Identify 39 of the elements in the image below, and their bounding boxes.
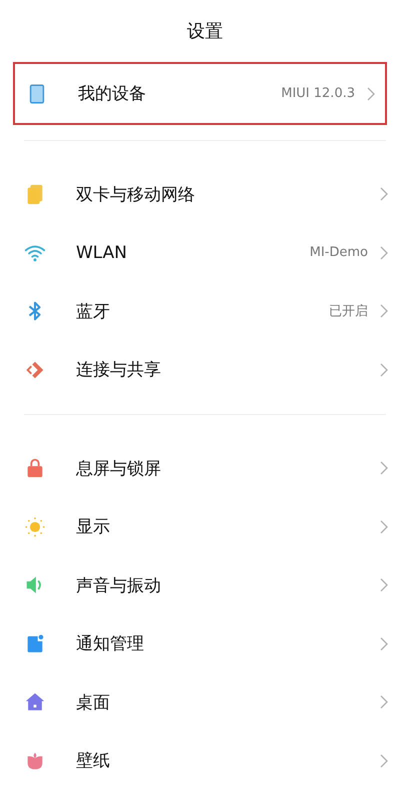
settings-item[interactable]: 声音与振动	[0, 556, 410, 614]
settings-item[interactable]: 显示	[0, 498, 410, 556]
chevron-icon	[380, 304, 388, 318]
item-label: 显示	[76, 516, 111, 538]
chevron-icon	[380, 754, 388, 768]
item-label: WLAN	[76, 242, 128, 263]
settings-item[interactable]: 壁纸	[0, 732, 410, 787]
page-title: 设置	[187, 20, 223, 43]
home-icon	[24, 691, 46, 714]
item-label: 蓝牙	[76, 300, 111, 323]
item-label: 声音与振动	[76, 574, 162, 597]
settings-item[interactable]: 连接与共享	[0, 340, 410, 399]
settings-item[interactable]: 双卡与移动网络	[0, 165, 410, 224]
item-label: 我的设备	[78, 83, 147, 105]
sun-icon	[24, 516, 46, 538]
chevron-icon	[380, 461, 388, 476]
item-label: 连接与共享	[76, 359, 162, 382]
chevron-icon	[380, 246, 388, 260]
chevron-icon	[367, 86, 375, 100]
settings-item[interactable]: 蓝牙 已开启	[0, 282, 410, 340]
item-label: 通知管理	[76, 633, 145, 656]
chevron-icon	[380, 187, 388, 202]
chevron-icon	[380, 636, 388, 651]
settings-item[interactable]: 通知管理	[0, 614, 410, 673]
item-label: 壁纸	[76, 750, 111, 772]
settings-item[interactable]: WLAN MI-Demo	[0, 224, 410, 282]
chevron-icon	[380, 695, 388, 710]
settings-item[interactable]: 息屏与锁屏	[0, 439, 410, 498]
chevron-icon	[380, 520, 388, 534]
chevron-icon	[380, 578, 388, 592]
settings-item[interactable]: 桌面	[0, 673, 410, 732]
item-value: 已开启	[329, 303, 368, 320]
item-label: 桌面	[76, 692, 111, 714]
item-label: 息屏与锁屏	[76, 458, 162, 480]
item-value: MIUI 12.0.3	[281, 86, 355, 101]
settings-item[interactable]: 我的设备 MIUI 12.0.3	[13, 62, 387, 125]
chevron-icon	[380, 362, 388, 377]
item-value: MI-Demo	[310, 245, 368, 260]
item-label: 双卡与移动网络	[76, 184, 196, 206]
